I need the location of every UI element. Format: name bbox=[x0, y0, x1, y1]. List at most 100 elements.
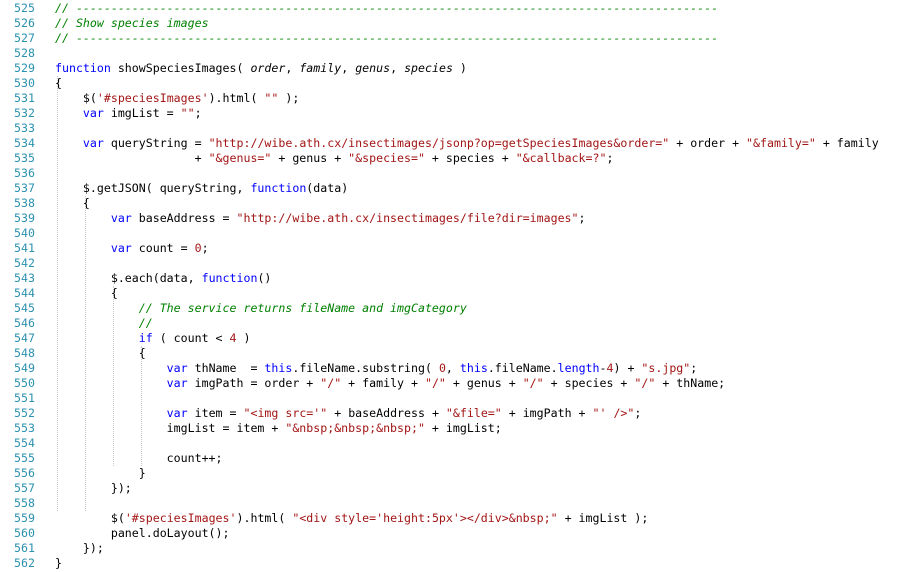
code-text[interactable]: if ( count < 4 ) bbox=[55, 331, 251, 346]
line-number: 530 bbox=[14, 76, 35, 90]
line-number: 528 bbox=[14, 46, 35, 60]
code-token: // -------------------------------------… bbox=[55, 31, 719, 45]
code-text[interactable]: var thName = this.fileName.substring( 0,… bbox=[55, 361, 698, 376]
code-token: "" bbox=[180, 106, 195, 120]
code-text[interactable]: // The service returns fileName and imgC… bbox=[55, 301, 467, 316]
code-text[interactable]: var item = "<img src='" + baseAddress + … bbox=[55, 406, 642, 421]
code-text[interactable]: $.getJSON( queryString, function(data) bbox=[55, 181, 348, 196]
code-line[interactable]: 562} bbox=[0, 556, 899, 571]
code-text[interactable]: $('#speciesImages').html( "" ); bbox=[55, 91, 299, 106]
code-line[interactable]: 525 // ----------------------------------… bbox=[0, 1, 899, 16]
code-text[interactable]: // -------------------------------------… bbox=[55, 31, 718, 46]
code-text[interactable]: { bbox=[55, 196, 90, 211]
line-number: 533 bbox=[14, 121, 35, 135]
code-line[interactable]: 537 $.getJSON( queryString, function(dat… bbox=[0, 181, 899, 196]
code-token: + imgList ); bbox=[557, 511, 649, 525]
code-text[interactable]: // Show species images bbox=[55, 16, 209, 31]
code-line[interactable]: 532 var imgList = ""; bbox=[0, 106, 899, 121]
code-line[interactable]: 540 bbox=[0, 226, 899, 241]
code-line[interactable]: 544 { bbox=[0, 286, 899, 301]
code-line[interactable]: 538 { bbox=[0, 196, 899, 211]
code-line[interactable]: 530 { bbox=[0, 76, 899, 91]
code-line[interactable]: 534 var queryString = "http://wibe.ath.c… bbox=[0, 136, 899, 151]
code-token: "http://wibe.ath.cx/insectimages/jsonp?o… bbox=[208, 136, 670, 150]
code-token: + genus + bbox=[445, 376, 523, 390]
code-text[interactable]: var imgPath = order + "/" + family + "/"… bbox=[55, 376, 726, 391]
code-line[interactable]: 558 bbox=[0, 496, 899, 511]
code-token: var bbox=[55, 106, 111, 120]
code-line[interactable]: 549 var thName = this.fileName.substring… bbox=[0, 361, 899, 376]
code-line[interactable]: 528 bbox=[0, 46, 899, 61]
code-text[interactable]: panel.doLayout(); bbox=[55, 526, 230, 541]
code-text[interactable]: } bbox=[55, 466, 146, 481]
code-text[interactable]: }); bbox=[55, 481, 132, 496]
code-token: + species + bbox=[543, 376, 635, 390]
code-line[interactable]: 546 // bbox=[0, 316, 899, 331]
code-token: { bbox=[55, 76, 62, 90]
code-token: .fileName. bbox=[487, 361, 558, 375]
code-line[interactable]: 556 } bbox=[0, 466, 899, 481]
line-number: 544 bbox=[14, 286, 35, 300]
code-line[interactable]: 552 var item = "<img src='" + baseAddres… bbox=[0, 406, 899, 421]
code-text[interactable]: $('#speciesImages').html( "<div style='h… bbox=[55, 511, 649, 526]
code-text[interactable]: + "&genus=" + genus + "&species=" + spec… bbox=[55, 151, 614, 166]
code-text[interactable]: { bbox=[55, 346, 146, 361]
code-line[interactable]: 526 // Show species images bbox=[0, 16, 899, 31]
code-token: genus bbox=[355, 61, 391, 75]
code-editor[interactable]: 525 // ----------------------------------… bbox=[0, 0, 899, 572]
line-number: 537 bbox=[14, 181, 35, 195]
code-text[interactable]: $.each(data, function() bbox=[55, 271, 272, 286]
line-number: 529 bbox=[14, 61, 35, 75]
code-text[interactable]: function showSpeciesImages( order, famil… bbox=[55, 61, 467, 76]
code-line[interactable]: 527 // ----------------------------------… bbox=[0, 31, 899, 46]
code-line[interactable]: 559 $('#speciesImages').html( "<div styl… bbox=[0, 511, 899, 526]
code-line[interactable]: 539 var baseAddress = "http://wibe.ath.c… bbox=[0, 211, 899, 226]
code-text[interactable]: var baseAddress = "http://wibe.ath.cx/in… bbox=[55, 211, 586, 226]
code-text[interactable]: count++; bbox=[55, 451, 223, 466]
code-token: { bbox=[55, 286, 118, 300]
code-line[interactable]: 547 if ( count < 4 ) bbox=[0, 331, 899, 346]
code-line[interactable]: 548 { bbox=[0, 346, 899, 361]
code-line[interactable]: 535 + "&genus=" + genus + "&species=" + … bbox=[0, 151, 899, 166]
code-line[interactable]: 554 bbox=[0, 436, 899, 451]
code-token: baseAddress = bbox=[138, 211, 237, 225]
code-line[interactable]: 531 $('#speciesImages').html( "" ); bbox=[0, 91, 899, 106]
code-line[interactable]: 541 var count = 0; bbox=[0, 241, 899, 256]
code-text[interactable]: var count = 0; bbox=[55, 241, 209, 256]
code-text[interactable]: } bbox=[55, 556, 62, 571]
code-token: thName = bbox=[194, 361, 265, 375]
code-line[interactable]: 529 function showSpeciesImages( order, fa… bbox=[0, 61, 899, 76]
code-text[interactable]: }); bbox=[55, 541, 104, 556]
code-line[interactable]: 561 }); bbox=[0, 541, 899, 556]
code-line[interactable]: 533 bbox=[0, 121, 899, 136]
code-token: "&callback=?" bbox=[515, 151, 607, 165]
code-text[interactable]: // -------------------------------------… bbox=[55, 1, 718, 16]
code-line[interactable]: 560 panel.doLayout(); bbox=[0, 526, 899, 541]
code-line[interactable]: 536 bbox=[0, 166, 899, 181]
line-number: 531 bbox=[14, 91, 35, 105]
code-line[interactable]: 555 count++; bbox=[0, 451, 899, 466]
code-line[interactable]: 557 }); bbox=[0, 481, 899, 496]
code-text[interactable]: var queryString = "http://wibe.ath.cx/in… bbox=[55, 136, 879, 151]
code-token: ); bbox=[278, 91, 300, 105]
code-line[interactable]: 543 $.each(data, function() bbox=[0, 271, 899, 286]
code-token: "&nbsp;&nbsp;&nbsp;" bbox=[285, 421, 425, 435]
code-token: , bbox=[285, 61, 300, 75]
code-token: $.getJSON( queryString, bbox=[55, 181, 251, 195]
code-line[interactable]: 550 var imgPath = order + "/" + family +… bbox=[0, 376, 899, 391]
code-text[interactable]: { bbox=[55, 286, 118, 301]
code-token: () bbox=[257, 271, 272, 285]
code-line[interactable]: 553 imgList = item + "&nbsp;&nbsp;&nbsp;… bbox=[0, 421, 899, 436]
code-token: ) bbox=[236, 331, 251, 345]
code-text[interactable]: imgList = item + "&nbsp;&nbsp;&nbsp;" + … bbox=[55, 421, 502, 436]
code-text[interactable]: var imgList = ""; bbox=[55, 106, 202, 121]
line-number: 525 bbox=[14, 1, 35, 15]
line-number: 536 bbox=[14, 166, 35, 180]
code-text[interactable]: { bbox=[55, 76, 62, 91]
code-line[interactable]: 542 bbox=[0, 256, 899, 271]
code-text[interactable]: // bbox=[55, 316, 153, 331]
code-line[interactable]: 545 // The service returns fileName and … bbox=[0, 301, 899, 316]
code-line[interactable]: 551 bbox=[0, 391, 899, 406]
code-token: count++; bbox=[55, 451, 223, 465]
code-token: var bbox=[55, 376, 195, 390]
